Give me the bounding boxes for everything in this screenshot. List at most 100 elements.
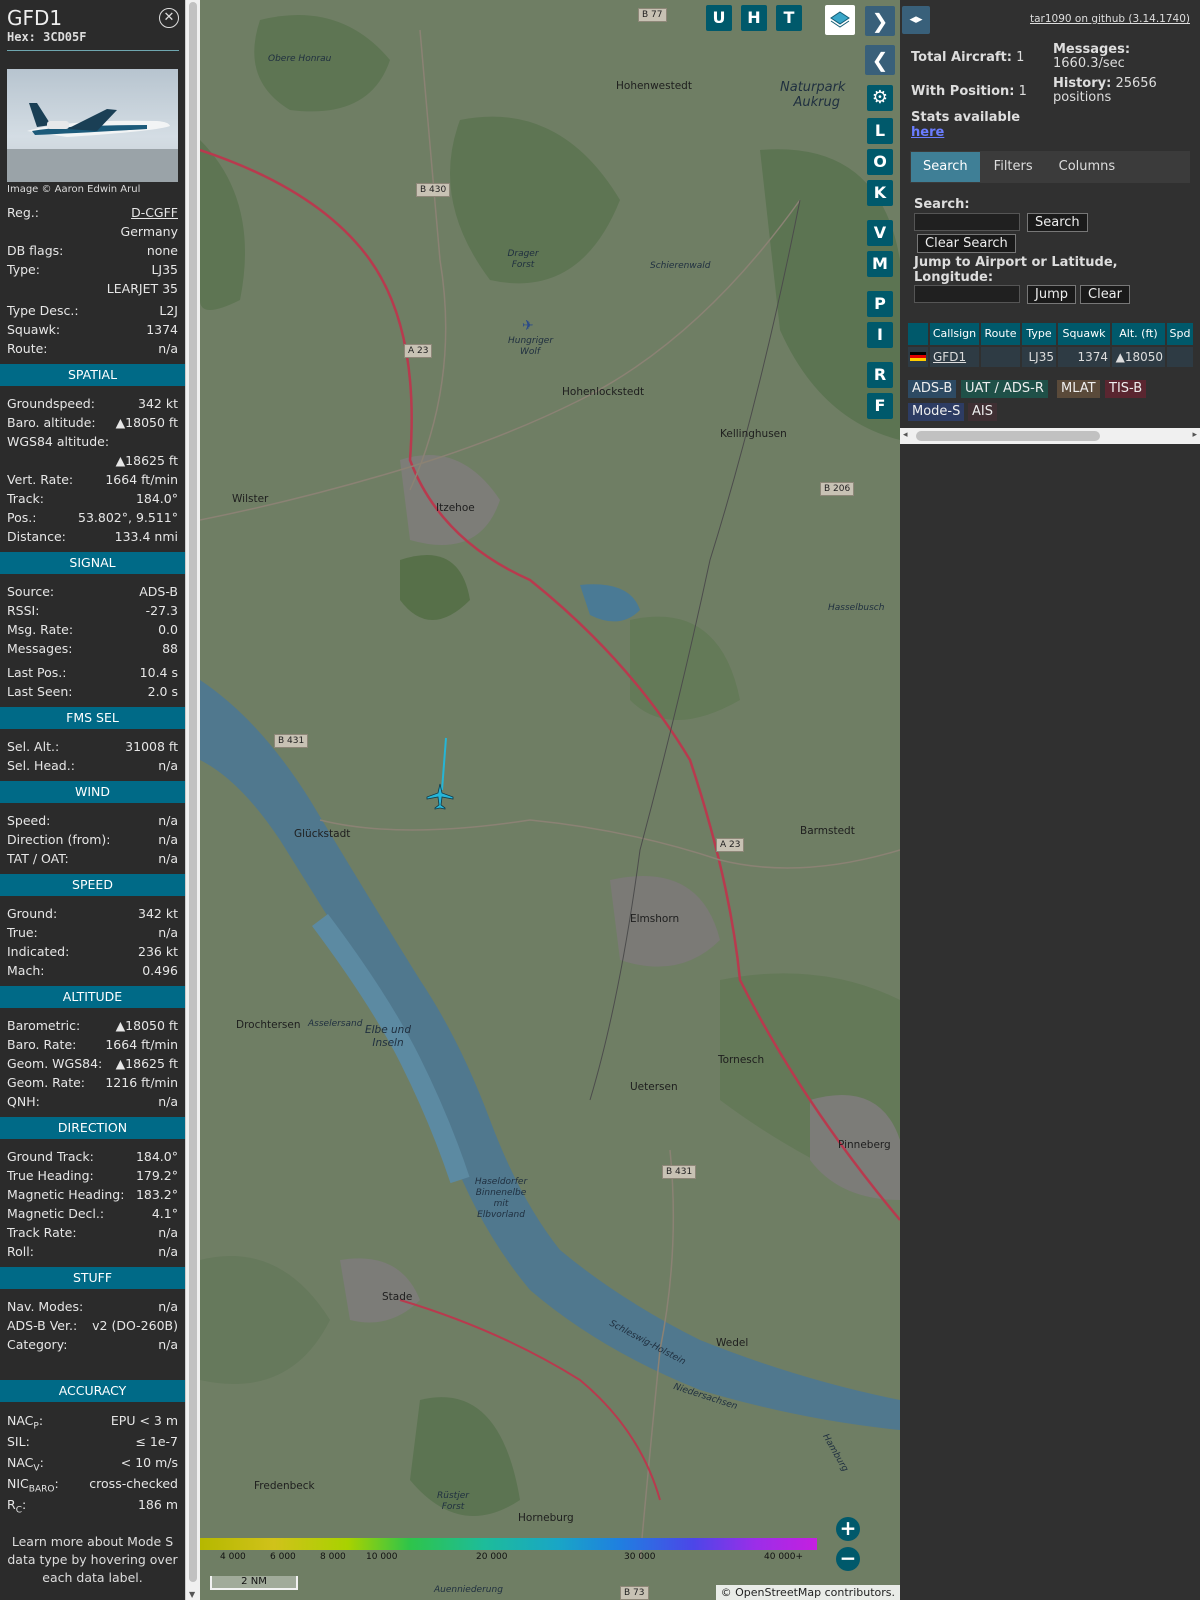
data-label: Track: [7, 491, 44, 506]
control-h-button[interactable]: H [741, 5, 767, 31]
tab-search[interactable]: Search [911, 152, 980, 182]
map-label: Hungriger Wolf [508, 336, 554, 357]
control-k-button[interactable]: K [867, 180, 893, 206]
info-label: Route: [7, 341, 48, 356]
jump-input[interactable] [914, 285, 1020, 303]
stats-link[interactable]: here [911, 125, 944, 140]
data-row: Last Seen: 2.0 s [0, 682, 185, 701]
column-header[interactable]: Spd [1167, 323, 1193, 345]
control-l-button[interactable]: L [867, 118, 893, 144]
data-row: RSSI: -27.3 [0, 601, 185, 620]
flag-column-header[interactable] [908, 323, 928, 345]
column-header[interactable]: Squawk [1058, 323, 1110, 345]
data-value: 88 [162, 641, 178, 656]
control-f-button[interactable]: F [867, 393, 893, 419]
map-label: Kellinghusen [720, 428, 787, 440]
legend-mlat: MLAT [1057, 380, 1100, 398]
control-o-button[interactable]: O [867, 149, 893, 175]
info-value: n/a [158, 341, 178, 356]
stats-available: Stats available [911, 110, 1021, 125]
osm-attribution[interactable]: © OpenStreetMap contributors. [715, 1585, 900, 1600]
data-label: Magnetic Decl.: [7, 1206, 105, 1221]
scrollbar-thumb[interactable] [916, 431, 1100, 441]
settings-button[interactable]: ⚙ [867, 85, 893, 111]
data-value: 186 m [137, 1497, 178, 1512]
type-name-row: LEARJET 35 [0, 279, 185, 298]
expand-right-button[interactable]: ❯ [865, 6, 895, 36]
column-header[interactable]: Callsign [930, 323, 979, 345]
legend-uat: UAT / ADS-R [961, 380, 1048, 398]
country-row: Germany [0, 222, 185, 241]
map-label: Tornesch [718, 1054, 765, 1066]
data-row: ADS-B Ver.: v2 (DO-260B) [0, 1316, 185, 1335]
data-value: n/a [158, 1299, 178, 1314]
tab-columns[interactable]: Columns [1047, 152, 1128, 182]
data-label: Speed: [7, 813, 51, 828]
data-value: 0.0 [158, 622, 178, 637]
selected-callsign: GFD1 [7, 6, 63, 30]
data-value: EPU < 3 m [110, 1413, 178, 1428]
scroll-left-icon[interactable]: ◂ [903, 430, 908, 440]
github-link[interactable]: tar1090 on github (3.14.1740) [1030, 13, 1190, 25]
data-row: SIL: ≤ 1e-7 [0, 1431, 185, 1452]
scrollbar-thumb[interactable] [189, 2, 197, 1582]
control-t-button[interactable]: T [776, 5, 802, 31]
control-i-button[interactable]: I [867, 322, 893, 348]
data-label: Distance: [7, 529, 66, 544]
data-value: n/a [158, 758, 178, 773]
column-header[interactable]: Type [1022, 323, 1056, 345]
close-icon[interactable]: ✕ [159, 8, 179, 28]
tab-filters[interactable]: Filters [982, 152, 1045, 182]
control-p-button[interactable]: P [867, 291, 893, 317]
control-m-button[interactable]: M [867, 251, 893, 277]
airport-icon: ✈ [522, 318, 534, 334]
column-header[interactable]: Alt. (ft) [1112, 323, 1165, 345]
control-r-button[interactable]: R [867, 362, 893, 388]
search-button[interactable]: Search [1027, 213, 1088, 232]
data-row: Sel. Alt.: 31008 ft [0, 737, 185, 756]
data-label: Track Rate: [7, 1225, 77, 1240]
data-label: Geom. WGS84: [7, 1056, 103, 1071]
data-row: Source: ADS-B [0, 582, 185, 601]
collapse-panel-button[interactable]: ◂▸ [902, 6, 930, 34]
data-value: < 10 m/s [120, 1455, 178, 1470]
data-value: 179.2° [135, 1168, 178, 1183]
data-label: Magnetic Heading: [7, 1187, 125, 1202]
jump-button[interactable]: Jump [1027, 285, 1076, 304]
sidebar-header: GFD1 Hex: 3CD05F ✕ [0, 0, 185, 44]
row-squawk: 1374 [1058, 347, 1110, 367]
learn-more-text: Learn more about Mode S data type by hov… [7, 1534, 178, 1585]
zoom-in-button[interactable]: + [836, 1517, 860, 1541]
zoom-out-button[interactable]: − [836, 1547, 860, 1571]
map-view[interactable]: ✈ Obere Honrau Hohenwestedt Naturpark Au… [200, 0, 900, 1600]
map-label: Drochtersen [236, 1019, 301, 1031]
table-row[interactable]: GFD1 LJ35 1374 ▲18050 [908, 347, 1195, 367]
info-value: none [146, 243, 178, 258]
table-horizontal-scrollbar[interactable]: ◂ ▸ [900, 428, 1200, 444]
layers-button[interactable] [825, 5, 855, 35]
type-row: Type: LJ35 [0, 260, 185, 279]
sidebar-scrollbar[interactable]: ▲ ▼ [185, 0, 200, 1600]
clear-search-button[interactable]: Clear Search [917, 234, 1016, 253]
clear-button[interactable]: Clear [1080, 285, 1130, 304]
collapse-left-button[interactable]: ❮ [865, 45, 895, 75]
scroll-right-icon[interactable]: ▸ [1192, 430, 1197, 440]
color-tick: 10 000 [366, 1552, 398, 1562]
data-label: Mach: [7, 963, 45, 978]
registration-link[interactable]: D-CGFF [131, 203, 178, 222]
data-value: 184.0° [135, 491, 178, 506]
section-speed: SPEED [0, 874, 185, 896]
control-v-button[interactable]: V [867, 220, 893, 246]
squawk-row: Squawk: 1374 [0, 320, 185, 339]
row-callsign[interactable]: GFD1 [930, 347, 979, 367]
info-label: Type: [7, 262, 40, 277]
control-u-button[interactable]: U [706, 5, 732, 31]
scroll-down-icon[interactable]: ▼ [189, 1590, 195, 1599]
flag-icon [908, 347, 928, 367]
search-input[interactable] [914, 213, 1020, 231]
data-row: Barometric: ▲18050 ft [0, 1016, 185, 1035]
column-header[interactable]: Route [981, 323, 1020, 345]
data-label: Messages: [7, 641, 73, 656]
aircraft-marker[interactable] [425, 782, 455, 812]
aircraft-photo[interactable] [7, 69, 178, 182]
